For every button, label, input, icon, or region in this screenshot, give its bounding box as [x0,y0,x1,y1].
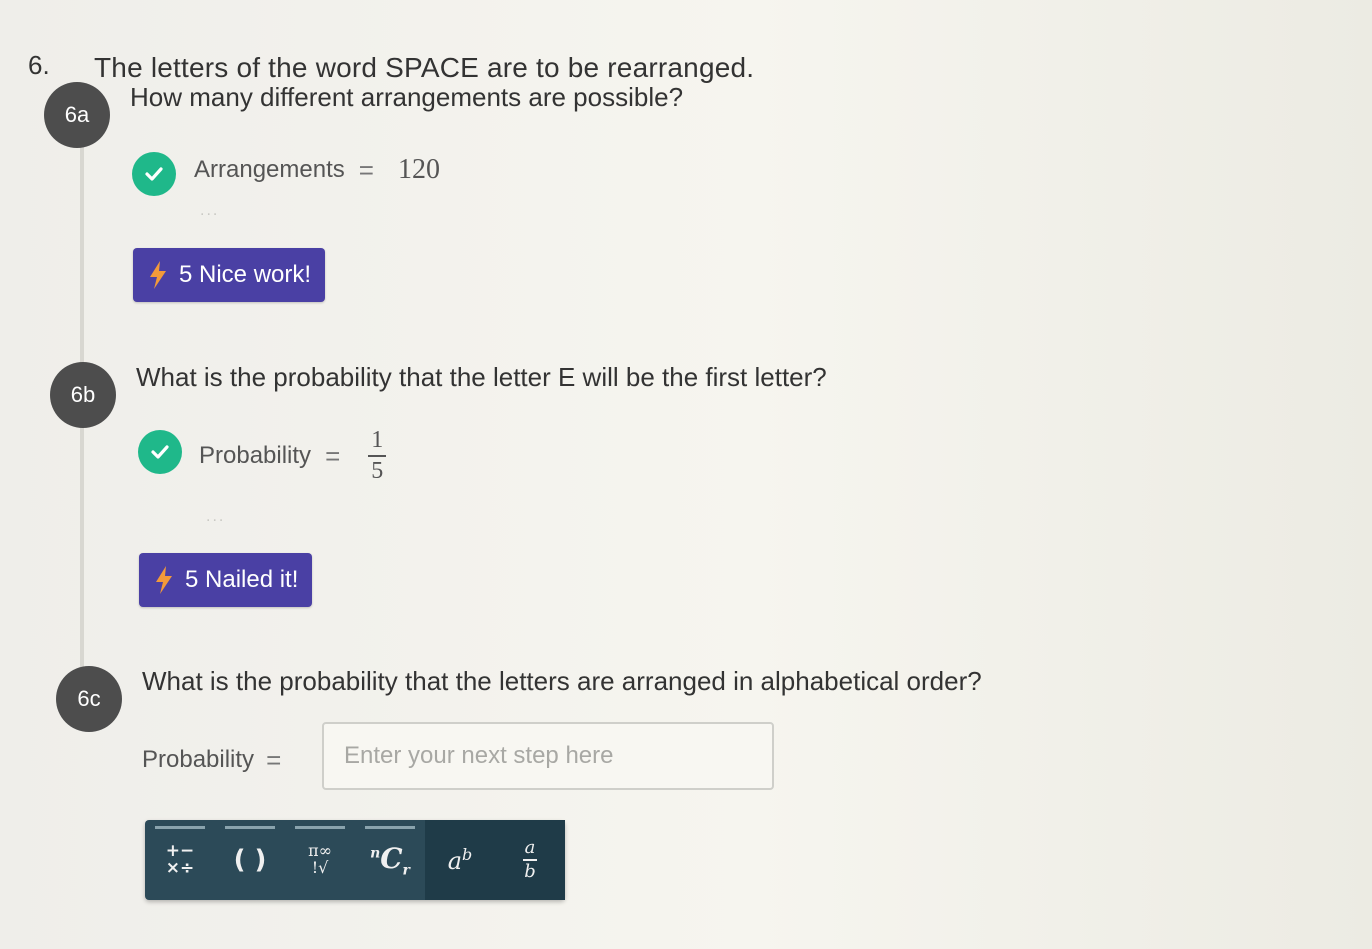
question-number: 6. [28,50,50,80]
answer-label: Probability [199,442,312,469]
equals-sign: = [358,154,374,185]
exponent-button[interactable]: ab [425,820,495,900]
fraction-numerator: 1 [371,426,384,453]
operators-bottom: ×÷ [165,858,195,878]
symbols-button[interactable]: π∞ !√ [285,820,355,900]
question-title: The letters of the word SPACE are to be … [94,52,755,83]
comb-main: C [380,841,403,875]
step-badge-6a[interactable]: 6a [44,82,110,148]
combinations-button[interactable]: nCr [355,820,425,900]
answer-fraction: 1 5 [368,426,387,484]
math-toolbar: +− ×÷ ( ) π∞ !√ nCr ab a b [145,820,565,900]
check-icon [138,430,182,474]
answer-label: Probability [142,746,255,773]
step-badge-6b[interactable]: 6b [50,362,116,428]
fraction-button[interactable]: a b [495,820,565,900]
answer-input[interactable] [342,741,754,771]
feedback-text: 5 Nice work! [179,261,312,288]
step-question-6a: How many different arrangements are poss… [130,82,684,112]
answer-row-6a: Arrangements = 120 [194,150,440,190]
answer-label: Arrangements [194,156,345,183]
fraction-denominator: 5 [371,458,384,484]
check-icon [132,152,176,196]
fraction-bar [368,455,387,457]
parentheses-label: ( ) [233,845,267,875]
answer-input-box[interactable] [322,722,774,790]
feedback-badge-6a: 5 Nice work! [133,248,326,302]
step-question-6b: What is the probability that the letter … [136,362,827,392]
feedback-text: 5 Nailed it! [185,566,299,593]
frac-den: b [524,861,536,882]
answer-row-6b: Probability = 1 5 [199,426,387,486]
exp-sup: b [462,845,473,864]
lightning-icon [156,566,172,594]
answer-row-6c: Probability = [142,740,281,780]
comb-sup: n [370,845,381,862]
equals-sign: = [266,744,282,775]
answer-value: 120 [397,154,440,185]
more-dots[interactable]: ... [200,202,219,220]
feedback-badge-6b: 5 Nailed it! [139,553,313,607]
more-dots[interactable]: ... [206,508,225,526]
lightning-icon [150,261,166,289]
exp-main: a [447,847,463,875]
parentheses-button[interactable]: ( ) [215,820,285,900]
frac-num: a [524,837,536,858]
step-question-6c: What is the probability that the letters… [142,666,982,696]
equals-sign: = [325,440,341,471]
symbols-bottom: !√ [311,858,329,877]
comb-sub: r [402,862,410,879]
step-badge-6c[interactable]: 6c [56,666,122,732]
operators-button[interactable]: +− ×÷ [145,820,215,900]
